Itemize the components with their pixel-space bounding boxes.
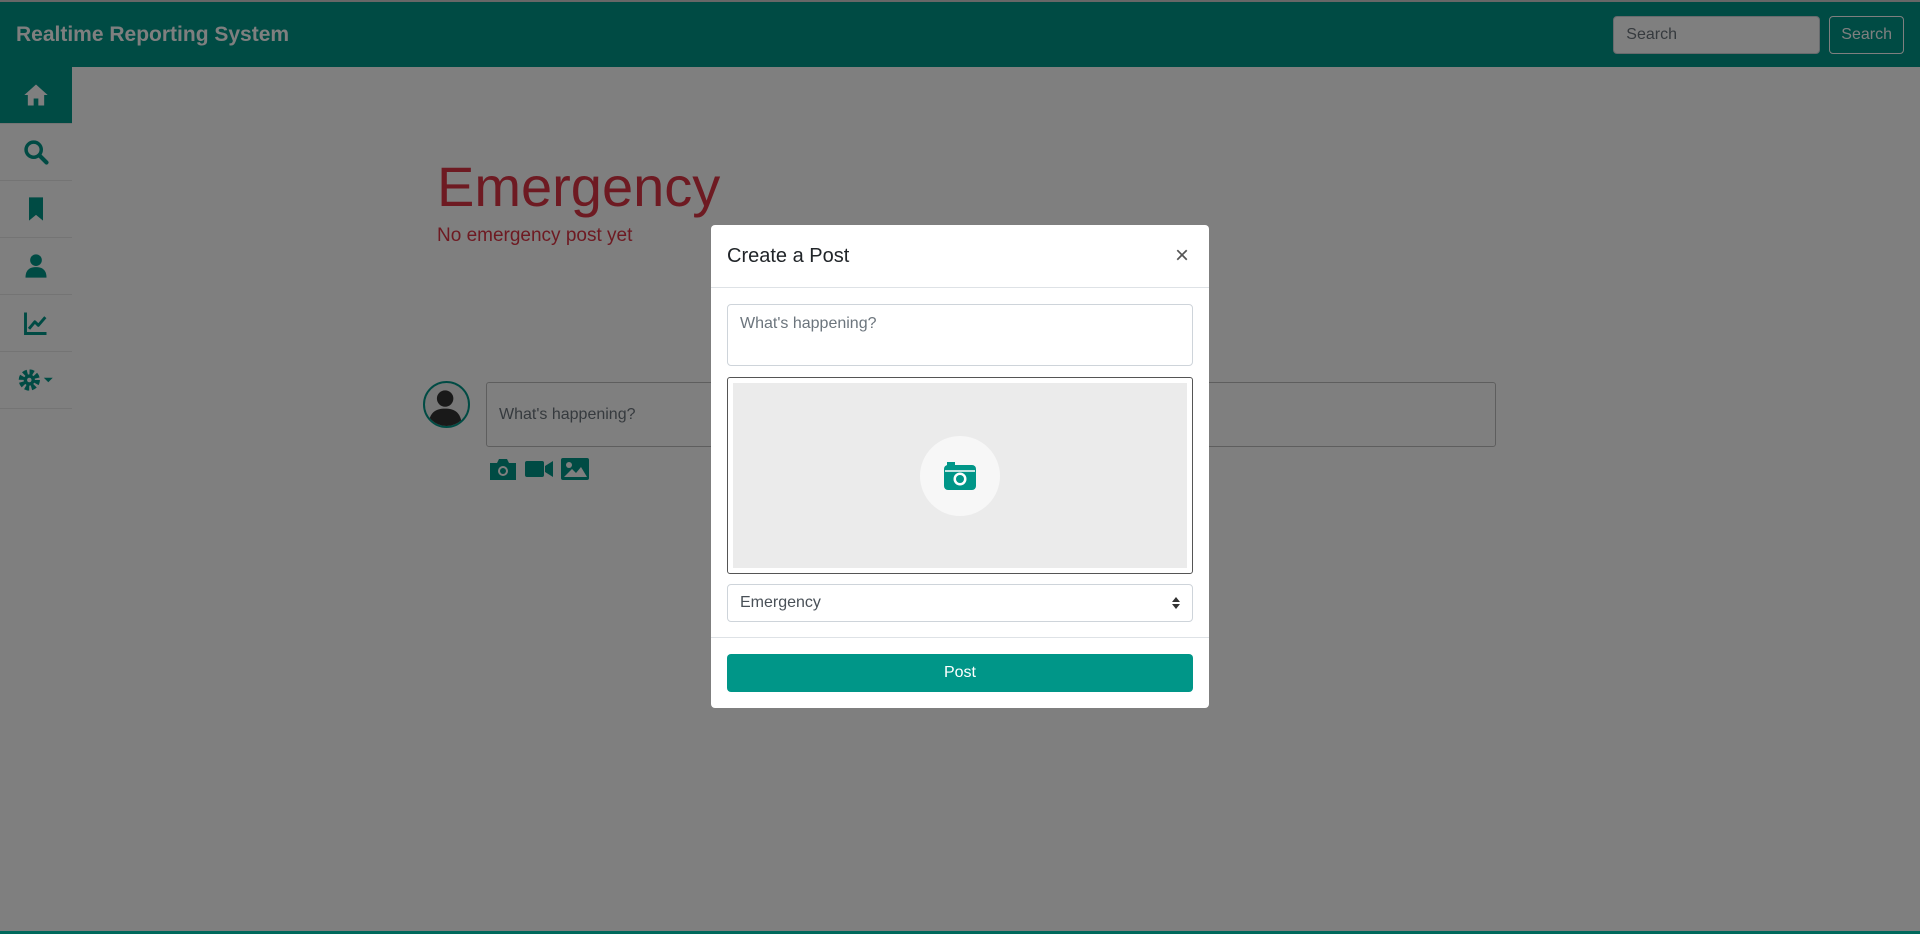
modal-title: Create a Post (727, 244, 850, 267)
post-text-input[interactable] (727, 304, 1193, 366)
modal-footer: Post (711, 637, 1209, 708)
create-post-modal: Create a Post × Emergency Post (711, 225, 1209, 708)
modal-header: Create a Post × (711, 225, 1209, 288)
camera-retro-icon (944, 461, 976, 490)
close-button[interactable]: × (1171, 244, 1193, 268)
category-selected-value: Emergency (740, 594, 821, 611)
category-select[interactable]: Emergency (727, 584, 1193, 622)
image-upload-area[interactable] (727, 377, 1193, 574)
select-arrows-icon (1172, 597, 1180, 609)
post-submit-button[interactable]: Post (727, 654, 1193, 692)
upload-photo-button[interactable] (920, 435, 1000, 516)
modal-body: Emergency (711, 288, 1209, 638)
image-upload-preview (733, 383, 1187, 568)
